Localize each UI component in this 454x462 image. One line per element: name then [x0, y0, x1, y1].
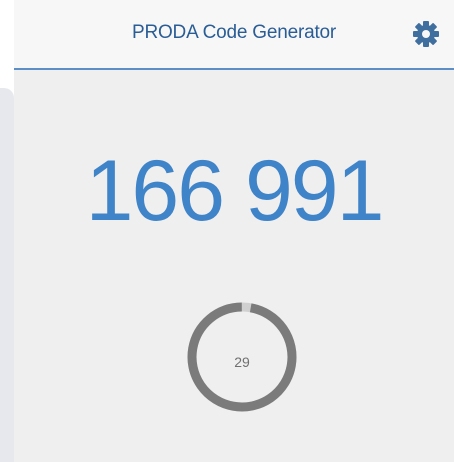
nav-bar: PRODA Code Generator — [14, 0, 454, 70]
seconds-remaining: 29 — [234, 354, 250, 370]
app-screen: PRODA Code Generator 166 991 29 — [14, 0, 454, 462]
background-panel — [0, 0, 14, 462]
gear-icon — [413, 21, 439, 47]
settings-button[interactable] — [412, 20, 440, 48]
verification-code: 166 991 — [85, 143, 385, 239]
page-title: PRODA Code Generator — [131, 22, 337, 43]
countdown-timer: 29 — [187, 282, 297, 432]
